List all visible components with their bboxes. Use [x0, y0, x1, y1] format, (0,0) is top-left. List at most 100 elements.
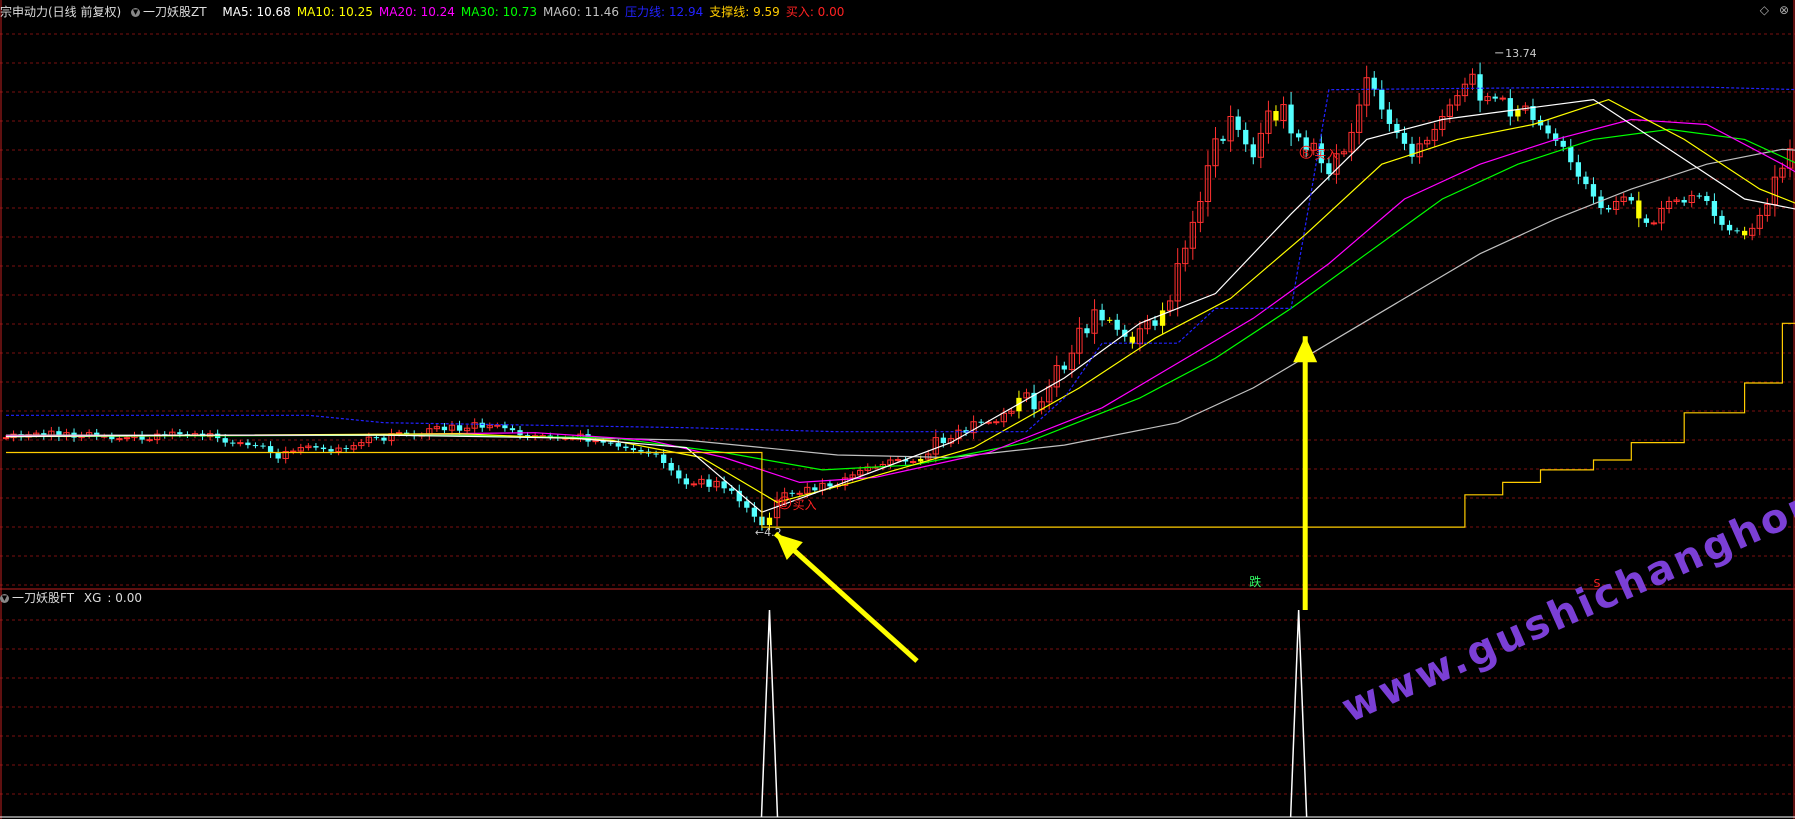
arrow-low-shaft	[773, 531, 919, 663]
candle-body	[909, 460, 917, 463]
candle-body	[1568, 146, 1574, 163]
candle-body	[940, 437, 947, 444]
candle-body	[222, 438, 228, 443]
candle-body	[1726, 224, 1733, 231]
main-header: 宗申动力(日线 前复权) ▼ 一刀妖股ZT MA5: 10.68 MA10: 10.…	[0, 2, 856, 22]
xg-spike	[760, 609, 779, 818]
candle-body	[661, 454, 667, 463]
candle-body	[230, 442, 236, 444]
sub-header: ▼ 一刀妖股FT XG: 0.00	[0, 588, 154, 608]
indicator-value-6: 支撑线: 9.59	[709, 5, 780, 19]
candle-body	[1477, 74, 1483, 101]
candle-body	[1152, 320, 1158, 326]
candle-body	[1492, 96, 1498, 99]
candle-body	[1220, 138, 1226, 141]
candle-body	[706, 479, 712, 487]
chevron-down-icon[interactable]: ▼	[131, 8, 141, 17]
candle-body	[766, 517, 773, 526]
candle-body	[1741, 230, 1748, 236]
candle-body	[1379, 89, 1385, 110]
candle-body	[796, 492, 803, 495]
candle-body	[751, 507, 758, 517]
candle-body	[1575, 162, 1581, 177]
buy-label: 买入	[1314, 147, 1338, 161]
indicator-value-4: MA60: 11.46	[542, 5, 620, 19]
ma30-line	[5, 128, 1795, 471]
candle-body	[502, 425, 508, 429]
candle-body	[812, 487, 818, 491]
candle-body	[1250, 144, 1256, 158]
candle-body	[1084, 328, 1090, 334]
annotations: 13.74←4.2B 买入B 买入跌 S	[755, 47, 1601, 590]
candle-body	[1545, 125, 1551, 134]
candle-body	[1243, 129, 1249, 145]
support-line	[6, 322, 1795, 528]
candlesticks	[2, 62, 1794, 531]
indicator-values: MA5: 10.68 MA10: 10.25 MA20: 10.24 MA30: 10…	[222, 5, 850, 19]
xg-spike	[1289, 609, 1308, 818]
candle-body	[1636, 200, 1642, 219]
candle-body	[1114, 319, 1120, 330]
grid-lines	[0, 0, 1795, 819]
candle-body	[1401, 132, 1408, 144]
candle-body	[509, 428, 516, 431]
candle-body	[373, 437, 380, 439]
candle-body	[608, 442, 614, 444]
indicator-value-2: MA20: 10.24	[378, 5, 455, 19]
high-label: 13.74	[1505, 47, 1537, 60]
stock-title[interactable]: 宗申动力(日线 前复权)	[0, 5, 121, 19]
candle-body	[1719, 215, 1725, 225]
candle-body	[456, 425, 463, 431]
candle-body	[381, 437, 387, 441]
candle-body	[1288, 104, 1294, 134]
indicator-name[interactable]: ▼ 一刀妖股ZT	[131, 5, 213, 19]
candle-body	[744, 501, 750, 508]
diamond-icon[interactable]: ◇	[1760, 3, 1769, 17]
candle-body	[1650, 222, 1658, 225]
candle-body	[1734, 230, 1740, 232]
candle-body	[1696, 195, 1702, 197]
indicator-value-7: 买入: 0.00	[785, 5, 845, 19]
candle-body	[1628, 197, 1634, 201]
candle-body	[1643, 218, 1650, 223]
candle-body	[343, 448, 349, 450]
resistance-line	[6, 86, 1795, 433]
candle-body	[1605, 207, 1612, 210]
candle-body	[123, 437, 131, 440]
candle-body	[275, 453, 281, 459]
indicator-value-0: MA5: 10.68	[222, 5, 291, 19]
candle-body	[1583, 176, 1589, 185]
candle-body	[1590, 184, 1597, 197]
candle-body	[177, 432, 183, 435]
indicator-value-1: MA10: 10.25	[296, 5, 373, 19]
buy-marker: B	[781, 499, 788, 510]
candle-body	[668, 462, 674, 471]
candle-body	[1273, 111, 1279, 121]
sub-indicator-name[interactable]: 一刀妖股FT	[12, 591, 74, 605]
candle-body	[1235, 116, 1241, 130]
stock-chart[interactable]: 13.74←4.2B 买入B 买入跌 S	[0, 0, 1795, 819]
candle-body	[1061, 365, 1067, 370]
candle-body	[237, 442, 244, 445]
candle-body	[1295, 133, 1302, 138]
candle-body	[653, 453, 659, 455]
candle-body	[978, 421, 984, 423]
candle-body	[494, 424, 501, 427]
indicator-value-5: 压力线: 12.94	[625, 5, 704, 19]
candle-body	[116, 438, 123, 441]
candle-body	[721, 481, 727, 489]
candle-body	[252, 445, 259, 447]
candle-body	[320, 447, 327, 450]
candle-body	[1107, 319, 1113, 321]
chevron-down-icon[interactable]: ▼	[0, 594, 9, 603]
drop-label: 跌	[1249, 574, 1261, 589]
sub-indicator-value: XG: 0.00	[83, 591, 142, 605]
candle-body	[245, 442, 251, 446]
candle-body	[993, 421, 1000, 424]
candle-body	[1371, 77, 1377, 90]
indicator-value-3: MA30: 10.73	[460, 5, 537, 19]
close-icon[interactable]: ⊗	[1779, 3, 1789, 17]
candle-body	[1099, 309, 1105, 321]
candle-body	[1711, 201, 1718, 216]
signal-arrows	[773, 336, 1318, 663]
